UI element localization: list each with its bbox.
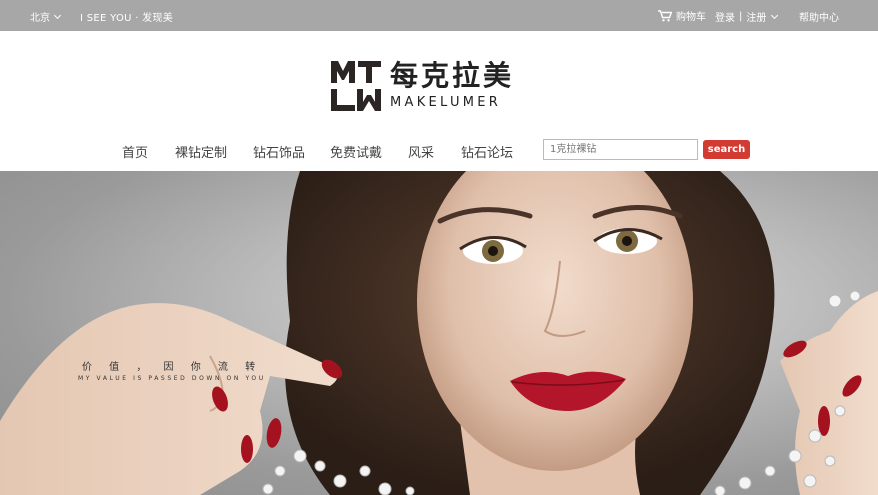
site-logo[interactable]: 每克拉美 MAKELUMER (331, 59, 515, 111)
hero-model-image (0, 171, 878, 495)
cart-link[interactable]: 购物车 (658, 8, 706, 23)
nav-loose-diamond-custom[interactable]: 裸钻定制 (175, 142, 227, 161)
help-center-link[interactable]: 帮助中心 (799, 9, 839, 24)
chevron-down-icon[interactable] (771, 11, 779, 19)
logo-name-cn: 每克拉美 (390, 59, 515, 92)
cart-icon (658, 9, 672, 21)
hero-tagline-cn: 价 值 ， 因 你 流 转 (82, 362, 263, 373)
search-button[interactable]: search (703, 140, 750, 159)
nav-free-try-on[interactable]: 免费试戴 (330, 142, 382, 161)
city-label: 北京 (30, 13, 50, 24)
city-selector[interactable]: 北京 (30, 9, 62, 24)
cart-label: 购物车 (676, 12, 706, 23)
nav-diamond-forum[interactable]: 钻石论坛 (461, 142, 513, 161)
login-link[interactable]: 登录 (715, 9, 735, 24)
search-input[interactable] (543, 139, 698, 160)
logo-name-en: MAKELUMER (390, 95, 502, 110)
logo-text: 每克拉美 MAKELUMER (390, 59, 515, 111)
nav-diamond-jewelry[interactable]: 钻石饰品 (253, 142, 305, 161)
hero-banner[interactable] (0, 171, 878, 495)
hero-tagline-en: MY VALUE IS PASSED DOWN ON YOU (78, 375, 266, 382)
nav-gallery[interactable]: 风采 (408, 142, 434, 161)
help-label: 帮助中心 (799, 13, 839, 24)
nav-home[interactable]: 首页 (122, 142, 148, 161)
top-bar: 北京 I SEE YOU · 发现美 购物车 登录 | 注册 帮助中心 (0, 0, 878, 31)
account-links: 登录 | 注册 (715, 9, 779, 24)
logo-mark-icon (331, 61, 381, 111)
separator: | (739, 11, 743, 22)
register-link[interactable]: 注册 (746, 9, 766, 24)
top-slogan: I SEE YOU · 发现美 (80, 13, 174, 24)
chevron-down-icon (53, 11, 62, 19)
